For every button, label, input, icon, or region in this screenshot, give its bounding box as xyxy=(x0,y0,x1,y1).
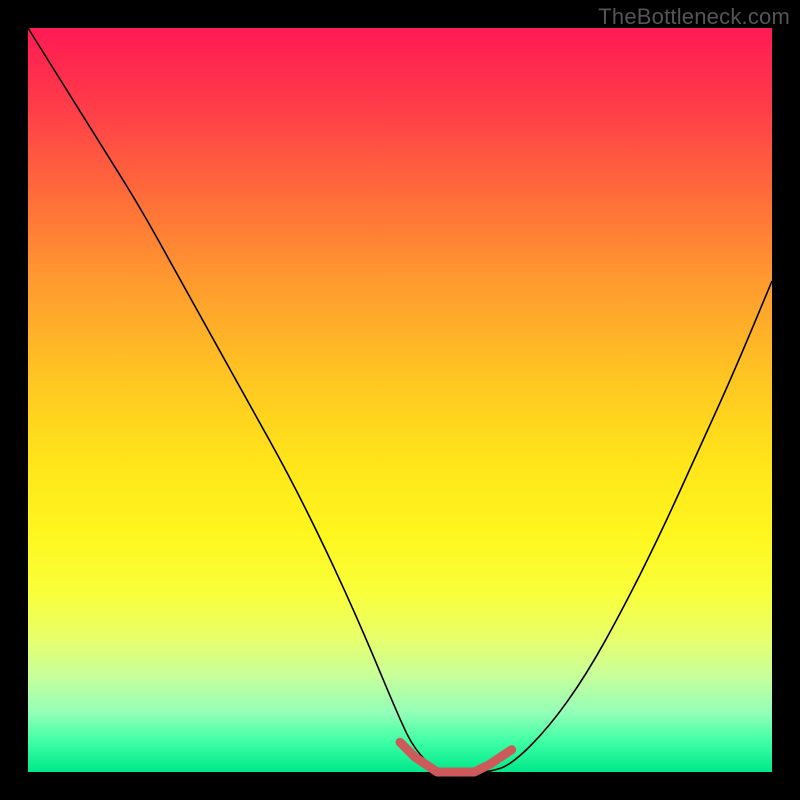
curve-svg xyxy=(28,28,772,772)
chart-frame: TheBottleneck.com xyxy=(0,0,800,800)
bottleneck-curve xyxy=(28,28,772,772)
optimal-zone-highlight xyxy=(400,742,512,772)
plot-area xyxy=(28,28,772,772)
watermark-text: TheBottleneck.com xyxy=(598,4,790,30)
